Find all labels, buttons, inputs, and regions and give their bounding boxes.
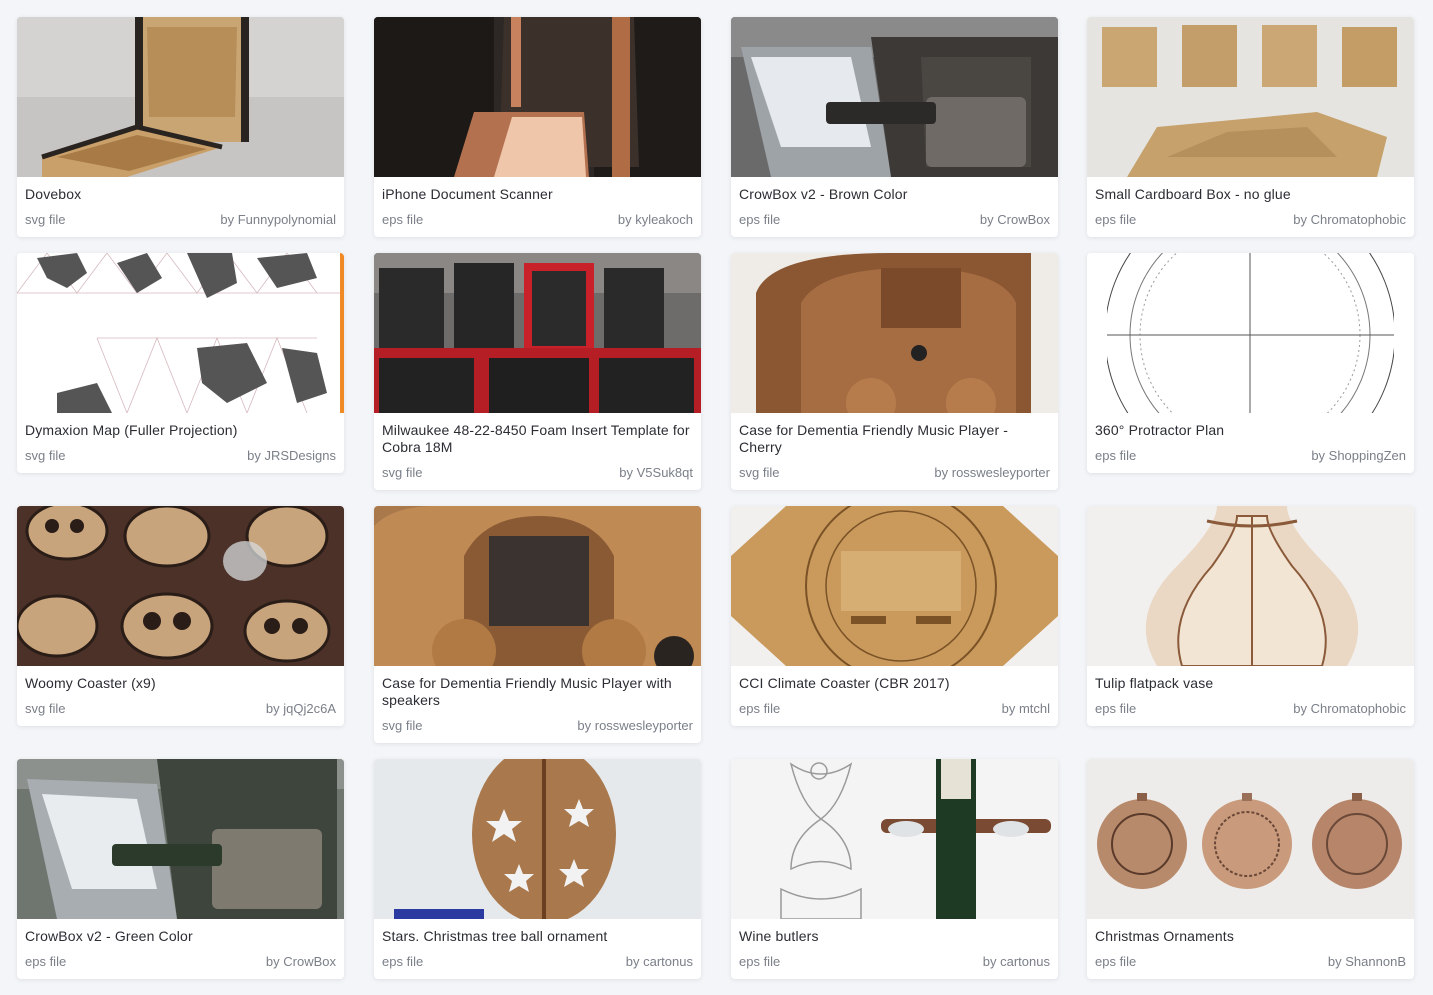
file-type-label: eps file [739, 701, 781, 716]
author-link[interactable]: CrowBox [980, 212, 1050, 228]
author-link[interactable]: cartonus [983, 954, 1050, 970]
project-title[interactable]: Small Cardboard Box - no glue [1095, 186, 1406, 203]
project-card[interactable]: Case for Dementia Friendly Music Player … [374, 506, 701, 743]
file-type-label: svg file [25, 701, 66, 716]
file-type-label: eps file [1095, 448, 1137, 463]
file-type-label: eps file [25, 954, 67, 969]
christmas-ornaments-image [1087, 759, 1414, 919]
project-title[interactable]: Christmas Ornaments [1095, 928, 1406, 945]
project-thumbnail[interactable] [1087, 17, 1414, 177]
project-title[interactable]: Case for Dementia Friendly Music Player … [382, 675, 693, 709]
file-type-label: svg file [25, 212, 66, 227]
tool-cases-image [374, 253, 701, 413]
file-type-label: eps file [739, 954, 781, 969]
project-card[interactable]: CrowBox v2 - Green Color eps file CrowBo… [17, 759, 344, 979]
project-card[interactable]: Christmas Ornaments eps file ShannonB [1087, 759, 1414, 979]
file-type-label: eps file [382, 212, 424, 227]
file-type-label: svg file [382, 718, 423, 733]
dymaxion-map-image [17, 253, 344, 413]
author-link[interactable]: kyleakoch [618, 212, 693, 228]
file-type-label: svg file [25, 448, 66, 463]
author-link[interactable]: rosswesleyporter [577, 718, 693, 734]
author-link[interactable]: V5Suk8qt [619, 465, 693, 481]
cardboard-boxes-image [1087, 17, 1414, 177]
project-title[interactable]: Case for Dementia Friendly Music Player … [739, 422, 1050, 456]
project-title[interactable]: 360° Protractor Plan [1095, 422, 1406, 439]
file-type-label: eps file [1095, 212, 1137, 227]
author-link[interactable]: ShannonB [1328, 954, 1406, 970]
project-thumbnail[interactable] [731, 506, 1058, 666]
project-thumbnail[interactable] [1087, 253, 1414, 413]
wooden-scanner-stand-image [374, 17, 701, 177]
project-thumbnail[interactable] [731, 759, 1058, 919]
project-thumbnail[interactable] [1087, 759, 1414, 919]
project-card[interactable]: Case for Dementia Friendly Music Player … [731, 253, 1058, 490]
project-card[interactable]: Dovebox svg file Funnypolynomial [17, 17, 344, 237]
file-type-label: eps file [382, 954, 424, 969]
project-card[interactable]: CrowBox v2 - Brown Color eps file CrowBo… [731, 17, 1058, 237]
file-type-label: eps file [1095, 954, 1137, 969]
author-link[interactable]: Chromatophobic [1293, 212, 1406, 228]
project-title[interactable]: CCI Climate Coaster (CBR 2017) [739, 675, 1050, 692]
project-title[interactable]: Wine butlers [739, 928, 1050, 945]
project-card[interactable]: Wine butlers eps file cartonus [731, 759, 1058, 979]
project-title[interactable]: Woomy Coaster (x9) [25, 675, 336, 692]
author-link[interactable]: CrowBox [266, 954, 336, 970]
wooden-radio-speakers-image [374, 506, 701, 666]
engraved-coaster-image [731, 506, 1058, 666]
project-grid: Dovebox svg file Funnypolynomial iPhone … [0, 0, 1433, 995]
project-thumbnail[interactable] [374, 506, 701, 666]
project-thumbnail[interactable] [731, 253, 1058, 413]
project-card[interactable]: Milwaukee 48-22-8450 Foam Insert Templat… [374, 253, 701, 490]
project-card[interactable]: Stars. Christmas tree ball ornament eps … [374, 759, 701, 979]
wooden-dovetail-box-image [17, 17, 344, 177]
project-card[interactable]: Tulip flatpack vase eps file Chromatopho… [1087, 506, 1414, 726]
project-title[interactable]: iPhone Document Scanner [382, 186, 693, 203]
project-thumbnail[interactable] [17, 17, 344, 177]
project-thumbnail[interactable] [17, 253, 344, 413]
file-type-label: svg file [739, 465, 780, 480]
flatpack-vase-image [1087, 506, 1414, 666]
crowbox-green-image [17, 759, 344, 919]
author-link[interactable]: ShoppingZen [1311, 448, 1406, 464]
author-link[interactable]: JRSDesigns [247, 448, 336, 464]
project-card[interactable]: iPhone Document Scanner eps file kyleako… [374, 17, 701, 237]
project-title[interactable]: Tulip flatpack vase [1095, 675, 1406, 692]
author-link[interactable]: Chromatophobic [1293, 701, 1406, 717]
file-type-label: eps file [1095, 701, 1137, 716]
file-type-label: svg file [382, 465, 423, 480]
project-title[interactable]: CrowBox v2 - Green Color [25, 928, 336, 945]
project-card[interactable]: 360° Protractor Plan eps file ShoppingZe… [1087, 253, 1414, 473]
project-thumbnail[interactable] [17, 506, 344, 666]
project-title[interactable]: Stars. Christmas tree ball ornament [382, 928, 693, 945]
author-link[interactable]: cartonus [626, 954, 693, 970]
protractor-drawing-image [1087, 253, 1414, 413]
project-card[interactable]: Small Cardboard Box - no glue eps file C… [1087, 17, 1414, 237]
author-link[interactable]: Funnypolynomial [220, 212, 336, 228]
project-thumbnail[interactable] [1087, 506, 1414, 666]
wooden-radio-cherry-image [731, 253, 1058, 413]
project-card[interactable]: CCI Climate Coaster (CBR 2017) eps file … [731, 506, 1058, 726]
project-card[interactable]: Dymaxion Map (Fuller Projection) svg fil… [17, 253, 344, 473]
project-title[interactable]: Milwaukee 48-22-8450 Foam Insert Templat… [382, 422, 693, 456]
cork-coasters-image [17, 506, 344, 666]
star-ornament-image [374, 759, 701, 919]
project-title[interactable]: Dovebox [25, 186, 336, 203]
project-title[interactable]: Dymaxion Map (Fuller Projection) [25, 422, 336, 439]
project-thumbnail[interactable] [374, 253, 701, 413]
project-title[interactable]: CrowBox v2 - Brown Color [739, 186, 1050, 203]
project-thumbnail[interactable] [374, 759, 701, 919]
wine-butler-image [731, 759, 1058, 919]
author-link[interactable]: mtchl [1002, 701, 1050, 717]
crowbox-brown-image [731, 17, 1058, 177]
author-link[interactable]: rosswesleyporter [934, 465, 1050, 481]
author-link[interactable]: jqQj2c6A [266, 701, 336, 717]
project-thumbnail[interactable] [374, 17, 701, 177]
project-thumbnail[interactable] [17, 759, 344, 919]
project-thumbnail[interactable] [731, 17, 1058, 177]
file-type-label: eps file [739, 212, 781, 227]
project-card[interactable]: Woomy Coaster (x9) svg file jqQj2c6A [17, 506, 344, 726]
